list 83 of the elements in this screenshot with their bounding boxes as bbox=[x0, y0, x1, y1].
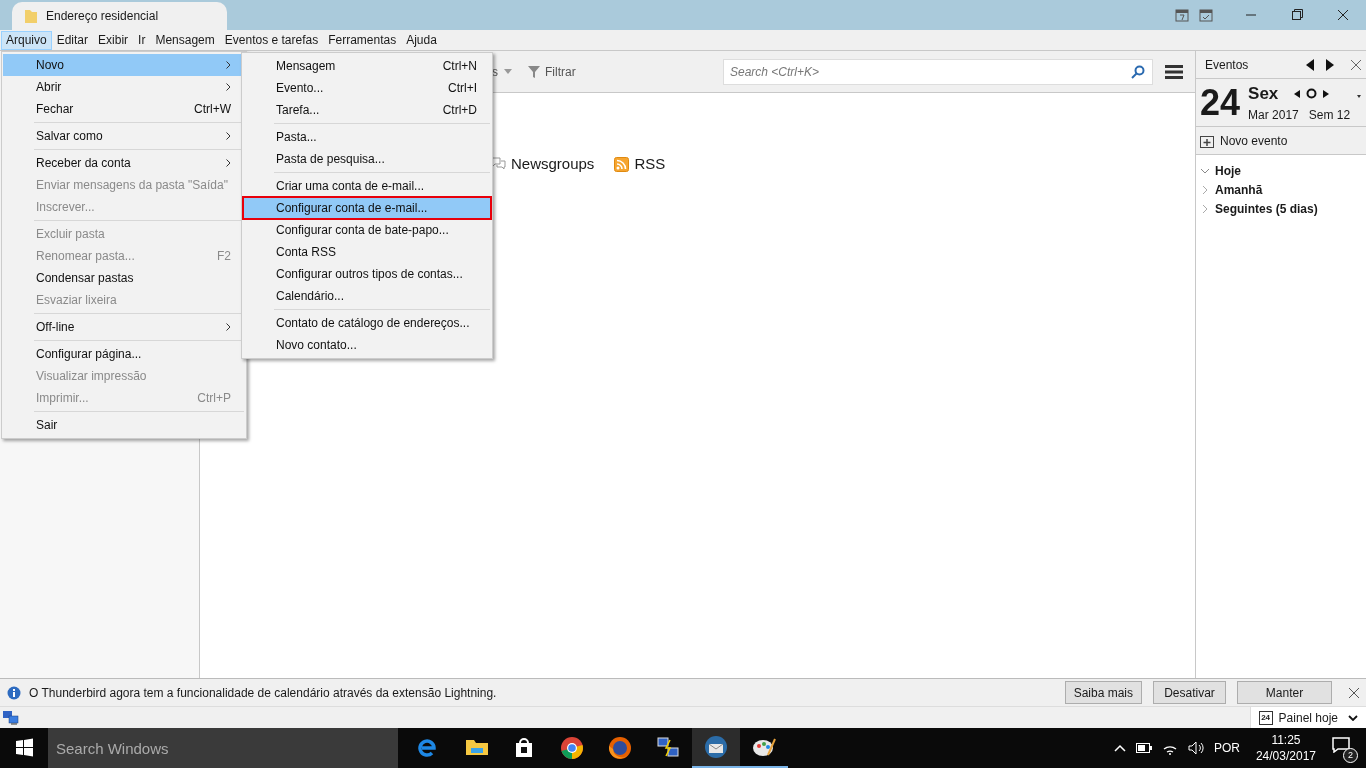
event-group[interactable]: Amanhã bbox=[1196, 180, 1366, 199]
menu-item[interactable]: Pasta de pesquisa... bbox=[243, 148, 491, 170]
today-pane-toggle[interactable]: 24 Painel hoje bbox=[1249, 706, 1366, 729]
menu-item[interactable]: Pasta... bbox=[243, 126, 491, 148]
menu-item[interactable]: Condensar pastas bbox=[3, 267, 245, 289]
menu-item[interactable]: Off-line bbox=[3, 316, 245, 338]
notification-button[interactable]: Desativar bbox=[1153, 681, 1226, 704]
dropdown-icon[interactable] bbox=[1357, 95, 1361, 98]
previous-day-icon[interactable] bbox=[1294, 89, 1301, 98]
speaker-icon[interactable] bbox=[1187, 741, 1204, 755]
close-icon[interactable] bbox=[1350, 58, 1362, 71]
rss-icon bbox=[614, 156, 630, 172]
network-computers-icon bbox=[3, 710, 19, 725]
menu-icon[interactable] bbox=[1165, 64, 1183, 79]
chrome-icon[interactable] bbox=[558, 734, 586, 762]
menu-item[interactable]: Receber da conta bbox=[3, 152, 245, 174]
menu-item[interactable]: Novo contato... bbox=[243, 334, 491, 356]
notification-text: O Thunderbird agora tem a funcionalidade de calendário através da extensão Lightning. bbox=[29, 684, 498, 702]
menu-item[interactable]: Configurar outros tipos de contas... bbox=[243, 263, 491, 285]
event-group[interactable]: Seguintes (5 dias) bbox=[1196, 199, 1366, 218]
calendar-icon[interactable] bbox=[1174, 7, 1190, 23]
notification-button[interactable]: Saiba mais bbox=[1064, 681, 1142, 704]
menu-item[interactable]: Editar bbox=[51, 30, 94, 50]
filter-icon bbox=[528, 65, 540, 78]
menu-item[interactable]: Contato de catálogo de endereços... bbox=[243, 312, 491, 334]
notification-button[interactable]: Manter bbox=[1237, 681, 1332, 704]
info-icon bbox=[7, 685, 21, 700]
battery-icon[interactable] bbox=[1135, 743, 1152, 753]
menu-item[interactable]: Criar uma conta de e-mail... bbox=[243, 175, 491, 197]
menu-item[interactable]: Abrir bbox=[3, 76, 245, 98]
menu-item[interactable]: Ferramentas bbox=[323, 30, 402, 50]
menu-item[interactable]: Conta RSS bbox=[243, 241, 491, 263]
pane-title: Eventos bbox=[1205, 56, 1250, 74]
chevron-up-icon[interactable] bbox=[1113, 744, 1126, 752]
notification-count: 2 bbox=[1343, 748, 1358, 763]
menu-item[interactable]: Configurar conta de e-mail... bbox=[243, 197, 491, 219]
add-event-icon bbox=[1200, 133, 1214, 148]
menu-item[interactable]: Calendário... bbox=[243, 285, 491, 307]
menu-item[interactable]: Arquivo bbox=[1, 30, 52, 50]
next-day-icon[interactable] bbox=[1323, 89, 1330, 98]
button-label: s bbox=[492, 63, 498, 81]
month-year: Mar 2017 bbox=[1248, 107, 1299, 125]
next-icon[interactable] bbox=[1324, 58, 1336, 71]
taskbar-search-field[interactable]: Search Windows bbox=[48, 728, 398, 768]
menu-item[interactable]: Ir bbox=[133, 30, 151, 50]
menu-item[interactable]: Mensagem bbox=[150, 30, 220, 50]
language-indicator[interactable]: POR bbox=[1213, 739, 1240, 757]
chevron-down-icon bbox=[1348, 714, 1358, 721]
menu-item[interactable]: Exibir bbox=[93, 30, 134, 50]
speech-bubbles-icon bbox=[490, 157, 506, 172]
clock[interactable]: 11:25 24/03/2017 bbox=[1255, 732, 1316, 764]
previous-icon[interactable] bbox=[1304, 58, 1316, 71]
menu-item[interactable]: Configurar conta de bate-papo... bbox=[243, 219, 491, 241]
event-group[interactable]: Hoje bbox=[1196, 161, 1366, 180]
account-type-link[interactable]: RSS bbox=[614, 153, 666, 176]
message-icon bbox=[1332, 737, 1350, 753]
menu-item[interactable]: Ajuda bbox=[401, 30, 442, 50]
menu-item[interactable]: Salvar como bbox=[3, 125, 245, 147]
menu-item[interactable]: Tarefa... Ctrl+D bbox=[243, 99, 491, 121]
menu-item[interactable]: Mensagem Ctrl+N bbox=[243, 55, 491, 77]
window-title: Endereço residencial bbox=[46, 8, 159, 25]
dropdown-arrow-icon bbox=[504, 69, 512, 74]
window-tab[interactable]: Endereço residencial bbox=[12, 2, 227, 30]
filter-button[interactable]: Filtrar bbox=[528, 62, 576, 81]
menu-item[interactable]: Fechar Ctrl+W bbox=[3, 98, 245, 120]
menu-item[interactable]: Sair bbox=[3, 414, 245, 436]
menu-item[interactable]: Eventos e tarefas bbox=[219, 30, 324, 50]
search-icon[interactable] bbox=[1131, 64, 1145, 79]
calendar-day-icon: 24 bbox=[1258, 710, 1273, 725]
week-number: Sem 12 bbox=[1308, 107, 1351, 125]
toolbar-button[interactable]: s bbox=[492, 62, 512, 81]
menu-item[interactable]: Evento... Ctrl+I bbox=[243, 77, 491, 99]
search-field[interactable]: Search <Ctrl+K> bbox=[723, 58, 1153, 85]
close-icon[interactable] bbox=[1348, 686, 1360, 699]
account-type-link[interactable]: Newsgroups bbox=[490, 153, 595, 176]
menu-item[interactable]: Configurar página... bbox=[3, 343, 245, 365]
task-icon[interactable] bbox=[1198, 7, 1214, 23]
filter-label: Filtrar bbox=[545, 63, 576, 81]
folder-icon bbox=[24, 8, 38, 24]
today-icon[interactable] bbox=[1306, 88, 1318, 99]
weekday: Sex bbox=[1248, 82, 1280, 105]
day-number: 24 bbox=[1200, 84, 1241, 121]
new-event-button[interactable]: Novo evento bbox=[1196, 127, 1366, 155]
